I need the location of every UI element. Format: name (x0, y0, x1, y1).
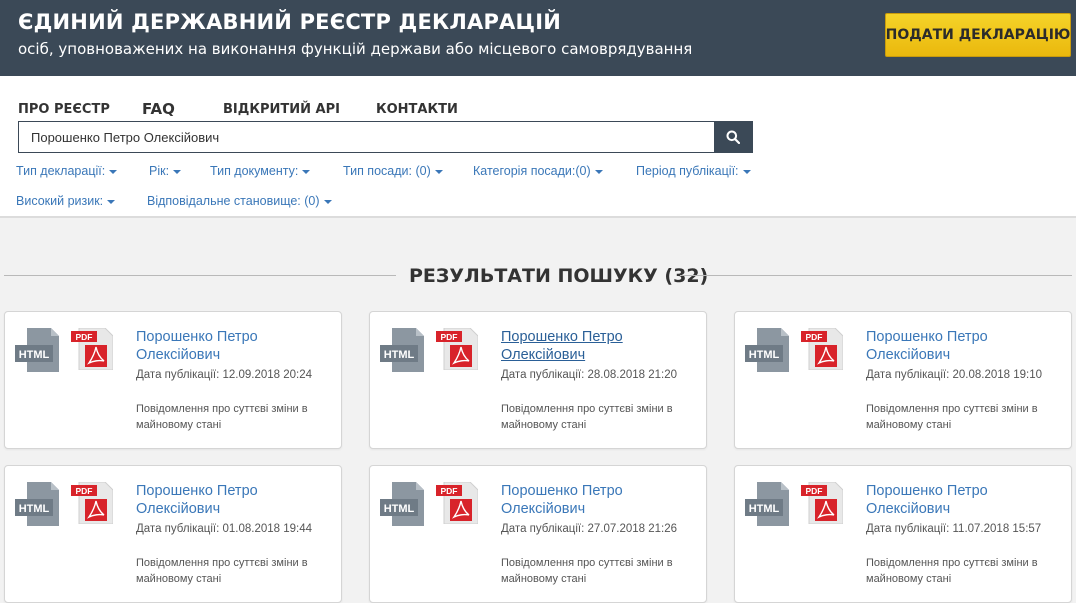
nav-contacts[interactable]: КОНТАКТИ (376, 102, 458, 117)
filter-label: Категорія посади:(0) (473, 164, 591, 178)
html-file-icon[interactable]: HTML (745, 328, 791, 372)
nav-faq[interactable]: FAQ (142, 100, 175, 118)
filter-year[interactable]: Рік: (149, 164, 182, 178)
divider (680, 275, 1072, 276)
declarant-name-link[interactable]: Порошенко Петро Олексійович (866, 328, 1046, 364)
html-file-icon[interactable]: HTML (745, 482, 791, 526)
search-icon (726, 130, 740, 144)
search-bar (18, 121, 753, 153)
pdf-label: PDF (441, 332, 458, 342)
declaration-card: HTML PDF Порошенко Петро Олексійович Дата п… (369, 465, 707, 603)
declarant-name-link[interactable]: Порошенко Петро Олексійович (866, 482, 1046, 518)
declaration-card: HTML PDF Порошенко Петро Олексійович Дата п… (734, 465, 1072, 603)
document-description: Повідомлення про суттєві зміни в майново… (866, 403, 1038, 431)
pdf-label: PDF (76, 332, 93, 342)
filter-position-category[interactable]: Категорія посади:(0) (473, 164, 603, 178)
html-label: HTML (749, 349, 780, 361)
chevron-down-icon (173, 169, 182, 174)
filter-document-type[interactable]: Тип документу: (210, 164, 311, 178)
declaration-card: HTML PDF Порошенко Петро Олексійович Дата п… (4, 465, 342, 603)
filter-label: Рік: (149, 164, 170, 178)
filter-label: Високий ризик: (16, 194, 104, 208)
document-description: Повідомлення про суттєві зміни в майново… (501, 403, 673, 431)
chevron-down-icon (742, 169, 751, 174)
filter-label: Відповідальне становище: (0) (147, 194, 320, 208)
divider (4, 275, 396, 276)
filter-responsible-position[interactable]: Відповідальне становище: (0) (147, 194, 332, 208)
chevron-down-icon (434, 169, 443, 174)
filter-declaration-type[interactable]: Тип декларації: (16, 164, 118, 178)
search-input[interactable] (19, 122, 713, 152)
declaration-card: HTML PDF Порошенко Петро Олексійович Дата п… (369, 311, 707, 449)
html-label: HTML (384, 349, 415, 361)
html-file-icon[interactable]: HTML (380, 482, 426, 526)
publication-date: Дата публікації: 20.08.2018 19:10 (866, 369, 1043, 381)
html-label: HTML (19, 349, 50, 361)
declarant-name-link[interactable]: Порошенко Петро Олексійович (501, 482, 681, 518)
publication-date: Дата публікації: 12.09.2018 20:24 (136, 369, 313, 381)
site-subtitle: осіб, уповноважених на виконання функцій… (18, 40, 693, 58)
pdf-file-icon[interactable]: PDF (71, 328, 113, 370)
site-title: ЄДИНИЙ ДЕРЖАВНИЙ РЕЄСТР ДЕКЛАРАЦІЙ (18, 10, 561, 34)
document-description: Повідомлення про суттєві зміни в майново… (136, 403, 308, 431)
html-label: HTML (19, 503, 50, 515)
filter-label: Період публікації: (636, 164, 739, 178)
submit-declaration-button[interactable]: ПОДАТИ ДЕКЛАРАЦІЮ (885, 13, 1071, 57)
publication-date: Дата публікації: 01.08.2018 19:44 (136, 523, 313, 535)
document-description: Повідомлення про суттєві зміни в майново… (501, 557, 673, 585)
html-file-icon[interactable]: HTML (380, 328, 426, 372)
nav-about[interactable]: ПРО РЕЄСТР (18, 102, 110, 117)
filter-publication-period[interactable]: Період публікації: (636, 164, 751, 178)
declaration-card: HTML PDF Порошенко Петро Олексійович Дата п… (734, 311, 1072, 449)
filter-position-type[interactable]: Тип посади: (0) (343, 164, 443, 178)
chevron-down-icon (109, 169, 118, 174)
declarant-name-link[interactable]: Порошенко Петро Олексійович (136, 328, 316, 364)
filter-label: Тип документу: (210, 164, 299, 178)
declaration-card: HTML PDF Порошенко Петро Олексійович Дата п… (4, 311, 342, 449)
pdf-file-icon[interactable]: PDF (436, 482, 478, 524)
chevron-down-icon (594, 169, 603, 174)
html-label: HTML (384, 503, 415, 515)
search-button[interactable] (714, 122, 752, 152)
site-header: ЄДИНИЙ ДЕРЖАВНИЙ РЕЄСТР ДЕКЛАРАЦІЙ осіб,… (0, 0, 1076, 76)
filter-label: Тип декларації: (16, 164, 106, 178)
html-file-icon[interactable]: HTML (15, 482, 61, 526)
pdf-label: PDF (441, 486, 458, 496)
document-description: Повідомлення про суттєві зміни в майново… (136, 557, 308, 585)
document-description: Повідомлення про суттєві зміни в майново… (866, 557, 1038, 585)
html-file-icon[interactable]: HTML (15, 328, 61, 372)
html-label: HTML (749, 503, 780, 515)
publication-date: Дата публікації: 27.07.2018 21:26 (501, 523, 678, 535)
declarant-name-link[interactable]: Порошенко Петро Олексійович (501, 328, 681, 364)
pdf-label: PDF (76, 486, 93, 496)
declarant-name-link[interactable]: Порошенко Петро Олексійович (136, 482, 316, 518)
pdf-file-icon[interactable]: PDF (71, 482, 113, 524)
pdf-file-icon[interactable]: PDF (436, 328, 478, 370)
nav-open-api[interactable]: ВІДКРИТИЙ API (223, 102, 340, 117)
chevron-down-icon (107, 199, 116, 204)
pdf-file-icon[interactable]: PDF (801, 482, 843, 524)
chevron-down-icon (323, 199, 332, 204)
pdf-label: PDF (806, 486, 823, 496)
filter-label: Тип посади: (0) (343, 164, 431, 178)
publication-date: Дата публікації: 11.07.2018 15:57 (866, 523, 1042, 535)
publication-date: Дата публікації: 28.08.2018 21:20 (501, 369, 678, 381)
chevron-down-icon (302, 169, 311, 174)
pdf-file-icon[interactable]: PDF (801, 328, 843, 370)
pdf-label: PDF (806, 332, 823, 342)
results-title: РЕЗУЛЬТАТИ ПОШУКУ (32) (409, 265, 709, 287)
filter-high-risk[interactable]: Високий ризик: (16, 194, 116, 208)
